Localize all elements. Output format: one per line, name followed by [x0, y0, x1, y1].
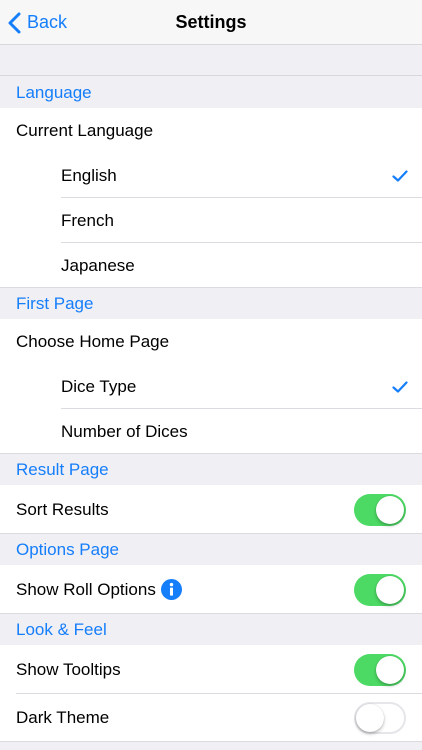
toggle-knob [376, 655, 404, 684]
dark-theme-row: Dark Theme [0, 694, 422, 742]
show-tooltips-label: Show Tooltips [16, 659, 121, 679]
option-label: Number of Dices [61, 421, 188, 441]
show-roll-options-toggle[interactable] [354, 573, 406, 606]
info-icon[interactable] [160, 579, 182, 600]
section-header-first-page: First Page [0, 288, 422, 319]
toggle-knob [356, 704, 384, 732]
section-header-language: Language [0, 77, 422, 108]
toggle-knob [376, 575, 404, 604]
option-label: English [61, 165, 117, 185]
home-page-option-dice-type[interactable]: Dice Type [0, 364, 422, 409]
section-header-options-page: Options Page [0, 534, 422, 565]
current-language-label: Current Language [16, 120, 154, 140]
show-roll-options-row: Show Roll Options [0, 565, 422, 614]
chevron-left-icon [8, 12, 21, 33]
language-option-japanese[interactable]: Japanese [0, 243, 422, 288]
section-header-look-and-feel: Look & Feel [0, 614, 422, 645]
dark-theme-toggle[interactable] [354, 702, 406, 734]
sort-results-toggle[interactable] [354, 493, 406, 526]
show-tooltips-row: Show Tooltips [0, 645, 422, 694]
current-language-label-row: Current Language [0, 108, 422, 153]
checkmark-icon [392, 380, 408, 393]
option-label: Japanese [61, 255, 135, 275]
dark-theme-label: Dark Theme [16, 708, 110, 727]
sort-results-row: Sort Results [0, 485, 422, 534]
checkmark-icon [392, 169, 408, 182]
language-option-french[interactable]: French [0, 198, 422, 243]
back-button[interactable]: Back [8, 0, 67, 45]
toggle-knob [376, 495, 404, 524]
option-label: Dice Type [61, 376, 137, 396]
sort-results-label: Sort Results [16, 499, 109, 519]
navigation-bar: Back Settings [0, 0, 422, 45]
show-roll-options-label: Show Roll Options [16, 579, 156, 599]
back-label: Back [27, 12, 68, 32]
home-page-option-number-of-dices[interactable]: Number of Dices [0, 409, 422, 454]
show-tooltips-toggle[interactable] [354, 653, 406, 686]
top-spacer [0, 45, 422, 76]
section-header-result-page: Result Page [0, 454, 422, 485]
choose-home-page-label: Choose Home Page [16, 331, 170, 351]
bottom-spacer [0, 742, 422, 750]
language-option-english[interactable]: English [0, 153, 422, 198]
choose-home-page-label-row: Choose Home Page [0, 319, 422, 364]
option-label: French [61, 210, 114, 230]
